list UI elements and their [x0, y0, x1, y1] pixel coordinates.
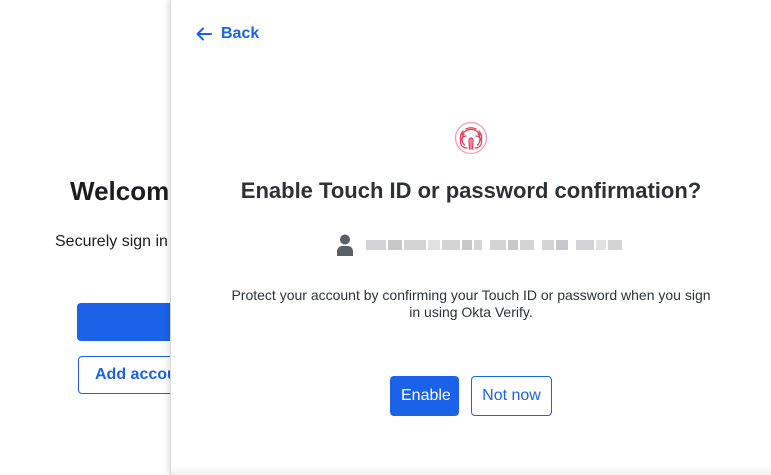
fingerprint-icon [454, 121, 488, 155]
back-label: Back [221, 25, 260, 42]
touch-id-sheet: Back Enable Touch ID or password confirm… [170, 0, 771, 475]
person-icon [337, 234, 353, 256]
back-button[interactable]: Back [195, 25, 259, 43]
arrow-left-icon [196, 27, 212, 41]
description-text: Protect your account by confirming your … [231, 287, 711, 320]
enable-button[interactable]: Enable [390, 376, 459, 416]
action-buttons: Enable Not now [390, 376, 552, 416]
not-now-button[interactable]: Not now [471, 376, 552, 416]
sheet-bottom-shadow [171, 465, 771, 475]
background-subtitle: Securely sign in [55, 233, 168, 250]
sheet-title: Enable Touch ID or password confirmation… [240, 178, 702, 203]
redacted-account-name [366, 239, 624, 251]
account-row [336, 234, 624, 256]
background-title: Welcome [70, 176, 184, 206]
